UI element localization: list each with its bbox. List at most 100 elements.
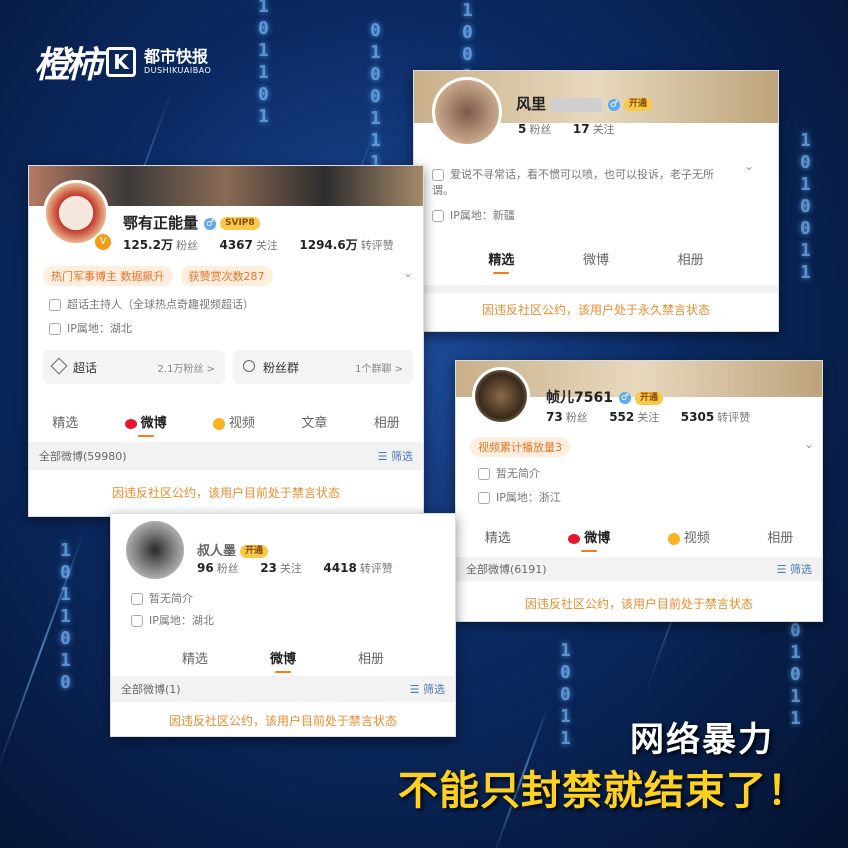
follow-count[interactable]: 23	[260, 561, 277, 575]
tab-featured[interactable]: 精选	[488, 249, 514, 274]
tab-featured[interactable]: 精选	[485, 527, 511, 552]
location-icon	[478, 492, 490, 504]
chaohua-button[interactable]: 超话 2.1万粉丝 >	[43, 350, 225, 384]
follow-count[interactable]: 17	[573, 122, 590, 136]
tab-album[interactable]: 相册	[358, 648, 384, 673]
fans-label: 粉丝	[529, 123, 552, 136]
tab-weibo[interactable]: 微博	[270, 648, 296, 673]
info-icon	[478, 468, 490, 480]
tab-weibo[interactable]: 微博	[568, 527, 610, 552]
likes-count[interactable]: 1294.6万	[299, 238, 357, 252]
weibo-icon	[568, 533, 581, 544]
video-icon	[667, 532, 680, 545]
follow-count[interactable]: 552	[609, 410, 634, 424]
host-info: 超话主持人（全球热点奇趣视频超话）	[67, 298, 254, 311]
chaohua-count: 2.1万粉丝 >	[157, 363, 215, 375]
tab-article[interactable]: 文章	[301, 412, 327, 437]
avatar[interactable]	[472, 367, 530, 425]
follow-label: 关注	[255, 239, 278, 252]
fans-label: 粉丝	[216, 562, 239, 575]
gender-icon: ♂	[204, 217, 217, 230]
filter-button[interactable]: ☰ 筛选	[777, 561, 812, 577]
tab-video[interactable]: 视频	[667, 527, 710, 552]
likes-label: 转评赞	[359, 562, 393, 575]
logo-en: DUSHIKUAIBAO	[144, 66, 212, 75]
tag-reward[interactable]: 获赞赏次数287	[180, 266, 273, 286]
info-icon	[131, 593, 143, 605]
weibo-icon	[124, 418, 137, 429]
vip-badge[interactable]: 开通	[634, 391, 663, 405]
filter-button[interactable]: ☰ 筛选	[410, 681, 445, 697]
ban-notice: 因违反社区公约，该用户处于永久禁言状态	[481, 303, 710, 317]
tab-album[interactable]: 相册	[767, 527, 793, 552]
ip-location: IP属地：湖北	[67, 322, 132, 335]
gender-icon: ♂	[608, 98, 621, 111]
blurred-name	[550, 97, 603, 112]
verified-v-icon: V	[95, 234, 111, 250]
vip-badge[interactable]: 开通	[240, 545, 269, 558]
likes-label: 转评赞	[360, 239, 394, 252]
tab-weibo[interactable]: 微博	[583, 249, 609, 274]
all-weibo-count: 全部微博(59980)	[39, 450, 127, 463]
follow-label: 关注	[637, 411, 660, 424]
username: 帧儿7561	[546, 390, 613, 406]
fans-count[interactable]: 5	[518, 122, 526, 136]
follow-count[interactable]: 4367	[219, 238, 252, 252]
brand-logo: 橙柿 K 都市快报 DUSHIKUAIBAO	[34, 36, 211, 88]
fans-group-button[interactable]: 粉丝群 1个群聊 >	[233, 350, 413, 384]
username: 风里	[516, 95, 547, 113]
fans-count[interactable]: 96	[197, 561, 214, 575]
likes-count[interactable]: 5305	[681, 410, 714, 424]
ban-notice: 因违反社区公约，该用户目前处于禁言状态	[168, 714, 397, 728]
username: 鄂有正能量	[123, 214, 199, 232]
location-icon	[432, 210, 444, 222]
username: 叔人墨	[197, 544, 237, 559]
avatar[interactable]	[432, 77, 502, 147]
vip-badge[interactable]: 开通	[624, 98, 653, 111]
likes-count[interactable]: 4418	[323, 561, 356, 575]
headline-title: 网络暴力	[630, 720, 774, 760]
likes-label: 转评赞	[717, 411, 751, 424]
location-icon	[131, 615, 143, 627]
bio: 爱说不寻常话，看不惯可以喷，也可以投诉，老子无所谓。	[432, 168, 714, 197]
fans-label: 粉丝	[565, 411, 588, 424]
tab-album[interactable]: 相册	[374, 412, 400, 437]
logo-k-icon: K	[106, 47, 137, 77]
profile-card-main: V 鄂有正能量 ♂ SVIP8 125.2万 粉丝 4367 关注 1294.6万 转评赞…	[28, 165, 424, 517]
vip-badge[interactable]: SVIP8	[220, 217, 260, 230]
chaohua-label: 超话	[73, 360, 98, 375]
avatar[interactable]	[123, 518, 187, 582]
ip-location: IP属地：湖北	[149, 614, 214, 627]
fans-group-count: 1个群聊 >	[355, 363, 403, 375]
fans-group-label: 粉丝群	[263, 360, 300, 375]
fans-count[interactable]: 125.2万	[123, 238, 173, 252]
logo-script: 橙柿	[34, 44, 102, 86]
info-icon	[432, 169, 444, 181]
video-icon	[212, 417, 225, 430]
ip-location: IP属地：浙江	[496, 491, 561, 504]
logo-cn: 都市快报	[144, 47, 209, 66]
shield-icon	[49, 299, 61, 311]
follow-label: 关注	[592, 123, 615, 136]
bio: 暂无简介	[496, 467, 540, 480]
chevron-down-icon[interactable]: ⌄	[403, 266, 413, 280]
chevron-down-icon[interactable]: ⌄	[744, 159, 754, 173]
fans-count[interactable]: 73	[546, 410, 563, 424]
filter-button[interactable]: ☰ 筛选	[378, 448, 413, 464]
tab-album[interactable]: 相册	[678, 249, 704, 274]
tab-featured[interactable]: 精选	[182, 648, 208, 673]
fans-label: 粉丝	[175, 239, 198, 252]
profile-card-right: 帧儿7561 ♂ 开通 73 粉丝 552 关注 5305 转评赞 视频累计播放量3 ⌄ …	[455, 360, 823, 622]
tab-weibo[interactable]: 微博	[124, 412, 167, 437]
ban-notice: 因违反社区公约，该用户目前处于禁言状态	[111, 486, 340, 500]
tab-featured[interactable]: 精选	[52, 412, 78, 437]
gender-icon: ♂	[618, 392, 631, 404]
profile-card-bottom: 叔人墨 开通 96 粉丝 23 关注 4418 转评赞 暂无简介 IP属地：湖北 精选 …	[110, 513, 456, 737]
ip-location: IP属地：新疆	[450, 209, 515, 222]
tab-video[interactable]: 视频	[212, 412, 255, 437]
chevron-down-icon[interactable]: ⌄	[804, 437, 814, 451]
people-icon	[243, 359, 255, 372]
tag-hot[interactable]: 热门军事博主 数据飙升	[43, 266, 173, 286]
all-weibo-count: 全部微博(1)	[121, 683, 181, 696]
tag-play-count[interactable]: 视频累计播放量3	[470, 437, 570, 457]
